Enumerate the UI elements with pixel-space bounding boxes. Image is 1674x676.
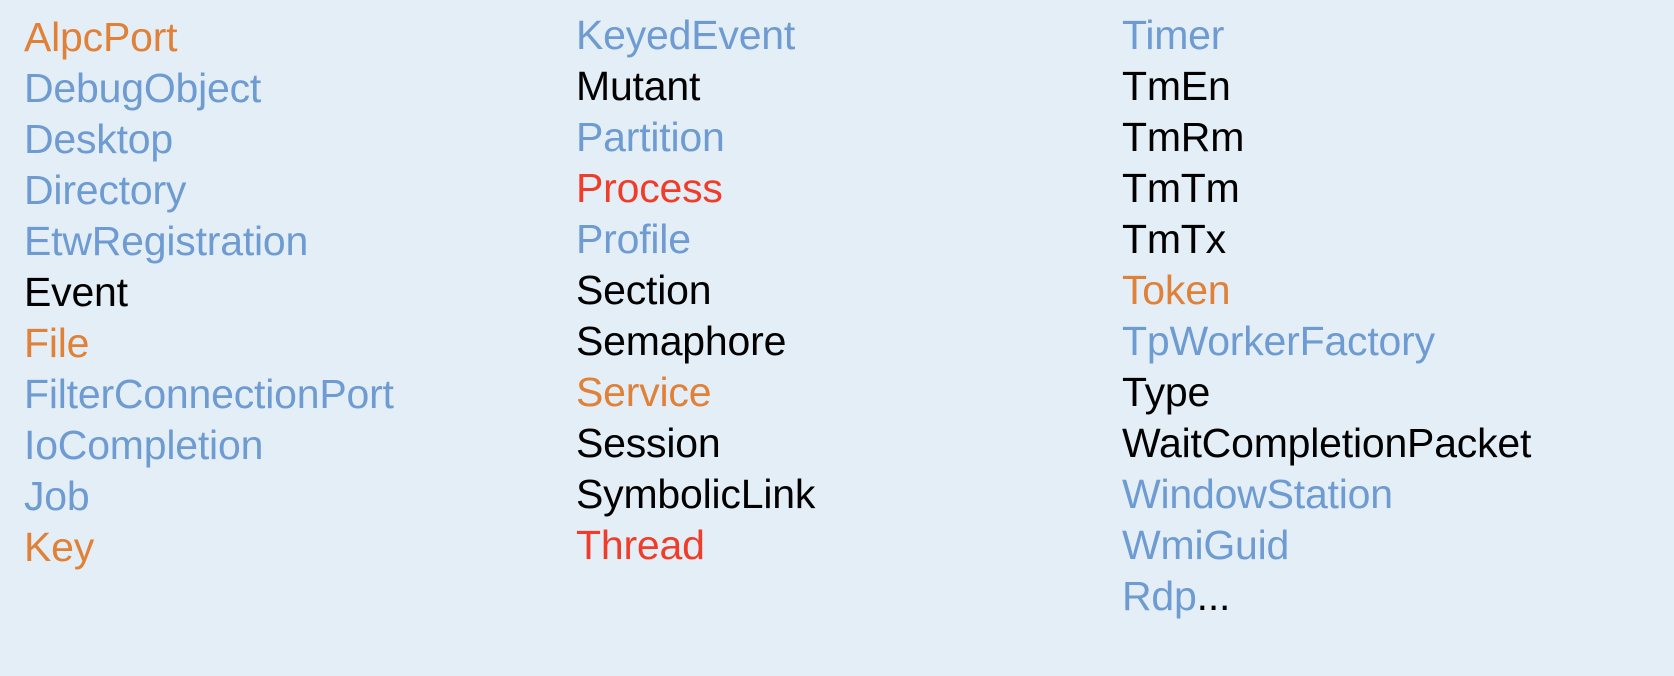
object-type-item: EtwRegistration (24, 218, 309, 264)
object-type-item: Service (576, 369, 712, 415)
object-type-item: FilterConnectionPort (24, 371, 394, 417)
object-type-columns: AlpcPort DebugObject Desktop Directory EtwRe… (0, 0, 1674, 676)
object-type-item: Partition (576, 114, 725, 160)
object-type-item: Key (24, 524, 95, 570)
object-type-label: Rdp (1122, 573, 1197, 619)
object-type-list-slide: AlpcPort DebugObject Desktop Directory EtwRe… (0, 0, 1674, 676)
object-type-item: Rdp... (1122, 571, 1674, 622)
object-type-item: TmEn (1122, 63, 1231, 109)
object-type-ellipsis: ... (1196, 573, 1231, 619)
object-type-item: TpWorkerFactory (1122, 318, 1435, 364)
object-type-item: Semaphore (576, 318, 787, 364)
object-type-item: SymbolicLink (576, 471, 816, 517)
object-type-item: TmTx (1122, 216, 1226, 262)
object-type-item: Event (24, 269, 128, 315)
object-type-item: Thread (576, 522, 705, 568)
object-type-item: Token (1122, 267, 1231, 313)
object-type-item: IoCompletion (24, 422, 264, 468)
object-type-item: File (24, 320, 90, 366)
object-type-column-1: AlpcPort DebugObject Desktop Directory EtwRe… (0, 0, 566, 573)
object-type-item: Session (576, 420, 721, 466)
object-type-item: Directory (24, 167, 187, 213)
object-type-item: KeyedEvent (576, 12, 796, 58)
object-type-item: Job (24, 473, 90, 519)
object-type-item: WaitCompletionPacket (1122, 420, 1532, 466)
object-type-item: Profile (576, 216, 691, 262)
object-type-item: WindowStation (1122, 471, 1393, 517)
object-type-item: Mutant (576, 63, 701, 109)
object-type-item: AlpcPort (24, 14, 178, 60)
object-type-item: Process (576, 165, 723, 211)
object-type-item: DebugObject (24, 65, 262, 111)
object-type-column-3: Timer TmEn TmRm TmTm TmTx Token TpWorkerFactor… (1109, 0, 1674, 622)
object-type-item: Timer (1122, 12, 1225, 58)
object-type-item: Desktop (24, 116, 174, 162)
object-type-item: TmTm (1122, 165, 1240, 211)
object-type-item: WmiGuid (1122, 522, 1290, 568)
object-type-column-2: KeyedEvent Mutant Partition Process Profile S… (566, 0, 1109, 571)
object-type-item: TmRm (1122, 114, 1245, 160)
object-type-item: Type (1122, 369, 1211, 415)
object-type-item: Section (576, 267, 712, 313)
